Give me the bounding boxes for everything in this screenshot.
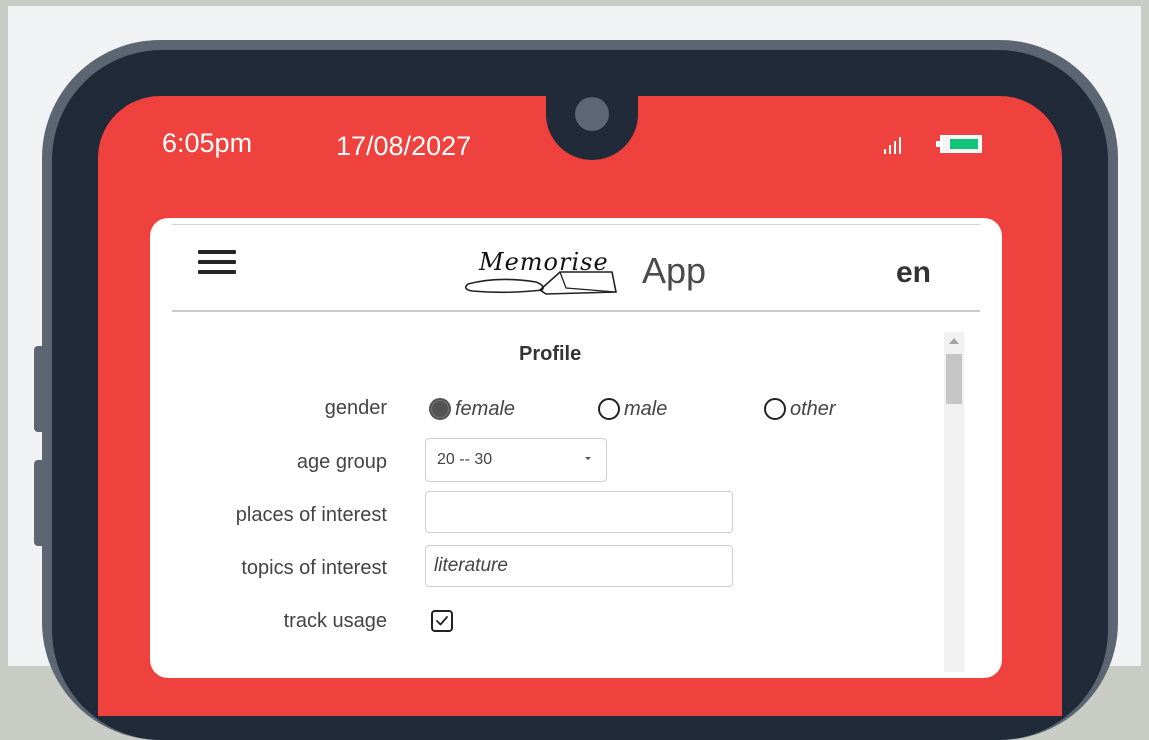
card-top-divider	[172, 224, 980, 225]
topics-of-interest-label: topics of interest	[241, 557, 387, 579]
hamburger-menu-icon[interactable]	[198, 250, 236, 276]
status-date: 17/08/2027	[336, 131, 472, 161]
volume-up-button	[34, 346, 46, 432]
gender-female-radio[interactable]: female	[429, 396, 515, 422]
volume-down-button	[34, 460, 46, 546]
track-usage-checkbox[interactable]	[431, 610, 453, 632]
radio-label: male	[624, 397, 668, 420]
gender-label: gender	[324, 397, 387, 419]
gender-other-radio[interactable]: other	[764, 396, 836, 422]
track-usage-label: track usage	[283, 610, 387, 632]
places-of-interest-input[interactable]	[425, 491, 733, 533]
scrollbar-thumb[interactable]	[946, 354, 962, 404]
radio-unchecked-icon	[764, 398, 786, 420]
scroll-up-arrow-icon[interactable]	[949, 338, 959, 344]
checkmark-icon	[436, 616, 448, 626]
camera-icon	[575, 97, 609, 131]
status-time: 6:05pm	[162, 128, 253, 158]
radio-checked-icon	[429, 398, 451, 420]
radio-unchecked-icon	[598, 398, 620, 420]
topics-of-interest-input[interactable]	[425, 545, 733, 587]
radio-label: female	[455, 397, 516, 420]
header-divider	[172, 310, 980, 312]
signal-icon	[884, 136, 912, 154]
age-group-label: age group	[296, 451, 387, 473]
chevron-down-icon	[585, 457, 591, 460]
gender-male-radio[interactable]: male	[598, 396, 667, 422]
app-title: App	[642, 250, 707, 291]
places-of-interest-label: places of interest	[235, 504, 387, 526]
age-group-value: 20 -- 30	[437, 451, 493, 468]
battery-icon	[936, 135, 982, 153]
radio-label: other	[790, 397, 836, 420]
language-selector[interactable]: en	[896, 256, 931, 290]
age-group-select[interactable]: 20 -- 30	[425, 438, 607, 482]
logo-text: Memorise	[479, 248, 609, 276]
profile-title: Profile	[519, 343, 582, 365]
